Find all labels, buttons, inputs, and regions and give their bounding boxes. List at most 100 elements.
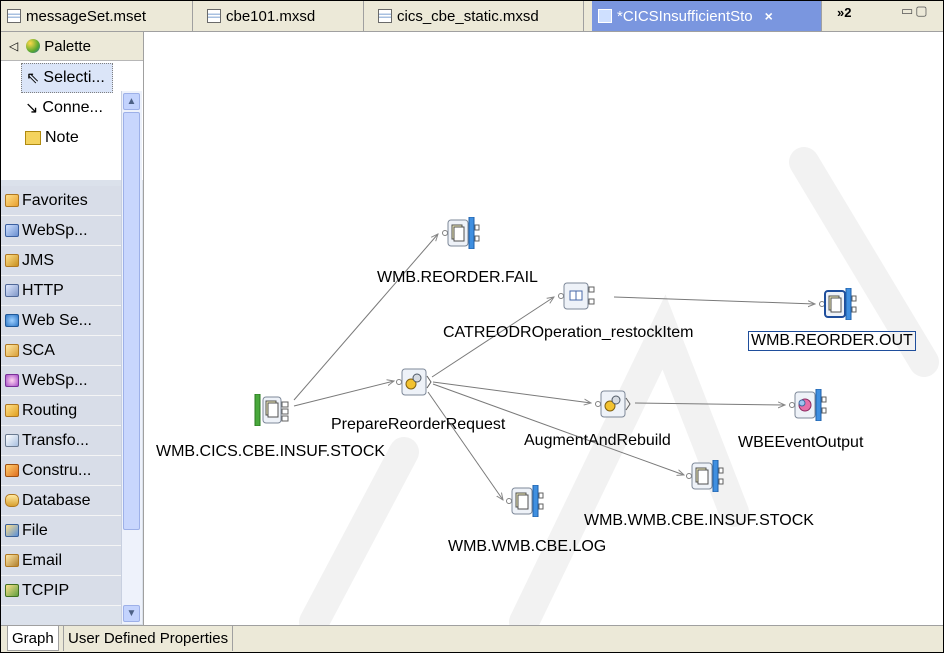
mq-output-node[interactable]	[442, 217, 480, 249]
compute-node[interactable]	[595, 388, 633, 420]
drawer-jms[interactable]: JMS	[1, 246, 121, 276]
drawer-construction[interactable]: Constru...	[1, 456, 121, 486]
tab-cics-cbe-static[interactable]: cics_cbe_static.mxsd	[372, 1, 584, 31]
palette-scrollbar[interactable]: ▲ ▼	[121, 91, 142, 624]
drawer-label: SCA	[22, 341, 55, 359]
node-label-prep[interactable]: PrepareReorderRequest	[331, 416, 505, 434]
palette-title: Palette	[44, 37, 91, 55]
scroll-thumb[interactable]	[123, 112, 140, 530]
tab-label: messageSet.mset	[26, 7, 147, 25]
editor-tab-bar: messageSet.mset cbe101.mxsd cics_cbe_sta…	[1, 1, 943, 32]
node-label-wbe[interactable]: WBEEventOutput	[738, 434, 863, 452]
drawer-web-services[interactable]: Web Se...	[1, 306, 121, 336]
close-icon[interactable]: ×	[765, 8, 773, 24]
message-set-icon	[7, 9, 21, 23]
node-label-input[interactable]: WMB.CICS.CBE.INSUF.STOCK	[156, 443, 385, 461]
node-label-out[interactable]: WMB.REORDER.OUT	[748, 331, 916, 351]
connection-icon: ↘	[25, 100, 39, 117]
arrow-pointer-icon: ⇖	[26, 70, 40, 87]
drawer-http[interactable]: HTTP	[1, 276, 121, 306]
connection-catre-out[interactable]	[613, 296, 815, 304]
drawer-label: WebSp...	[22, 371, 88, 389]
drawer-label: Constru...	[22, 461, 92, 479]
node-label-wmbstock[interactable]: WMB.WMB.CBE.INSUF.STOCK	[584, 512, 814, 530]
palette-header[interactable]: ◁ Palette	[1, 32, 143, 61]
drawer-websphere-adapters[interactable]: WebSp...	[1, 366, 121, 396]
connection-augment-wbe[interactable]	[634, 403, 785, 405]
collapse-arrow-icon[interactable]: ◁	[9, 39, 18, 53]
drawer-label: HTTP	[22, 281, 64, 299]
editor-bottom-tabs: Graph User Defined Properties	[1, 625, 943, 652]
mq-output-node[interactable]	[506, 485, 544, 517]
message-flow-editor: messageSet.mset cbe101.mxsd cics_cbe_sta…	[0, 0, 944, 653]
file-icon	[5, 524, 19, 537]
drawer-label: Transfo...	[22, 431, 89, 449]
connection-prep-log[interactable]	[427, 391, 503, 500]
schema-file-icon	[378, 9, 392, 23]
tab-label: User Defined Properties	[68, 630, 229, 647]
tool-label: Conne...	[42, 99, 103, 116]
jms-icon	[5, 254, 19, 267]
flow-canvas[interactable]: WMB.CICS.CBE.INSUF.STOCK WMB.REORDER.FAI…	[144, 32, 943, 625]
connection-input-prep[interactable]	[293, 381, 394, 407]
drawer-transformation[interactable]: Transfo...	[1, 426, 121, 456]
tool-label: Note	[45, 129, 79, 146]
drawer-label: Email	[22, 551, 63, 569]
drawer-label: File	[22, 521, 48, 539]
scroll-up-icon[interactable]: ▲	[123, 93, 140, 110]
routing-icon	[5, 404, 19, 417]
mq-input-node[interactable]	[254, 394, 292, 426]
construction-icon	[5, 464, 19, 477]
node-label-augment[interactable]: AugmentAndRebuild	[524, 432, 671, 450]
drawer-label: Routing	[22, 401, 78, 419]
tab-messageset[interactable]: messageSet.mset	[1, 1, 193, 31]
http-icon	[5, 284, 19, 297]
drawer-tcpip[interactable]: TCPIP	[1, 576, 121, 606]
scroll-down-icon[interactable]: ▼	[123, 605, 140, 622]
drawer-database[interactable]: Database	[1, 486, 121, 516]
drawer-label: WebSp...	[22, 221, 88, 239]
subflow-node[interactable]	[558, 280, 596, 312]
palette-drawers: Favorites WebSp... JMS HTTP Web Se... SC…	[1, 186, 121, 606]
mq-output-node-selected[interactable]	[819, 288, 857, 320]
tab-cbe101[interactable]: cbe101.mxsd	[201, 1, 364, 31]
drawer-label: Favorites	[22, 191, 88, 209]
tab-graph[interactable]: Graph	[7, 626, 59, 651]
web-services-icon	[5, 314, 19, 327]
sca-icon	[5, 344, 19, 357]
node-label-fail[interactable]: WMB.REORDER.FAIL	[377, 269, 538, 287]
message-flow-icon	[598, 9, 612, 23]
minimize-maximize-icon[interactable]: ▭▢	[901, 3, 930, 19]
favorites-icon	[5, 194, 19, 207]
transformation-icon	[5, 434, 19, 447]
node-label-log[interactable]: WMB.WMB.CBE.LOG	[448, 538, 606, 556]
palette-panel: ◁ Palette ⇖ Selecti... ↘ Conne... Note F…	[1, 32, 144, 625]
tab-overflow-button[interactable]: »2	[837, 5, 851, 20]
note-icon	[25, 131, 41, 145]
tab-user-defined-properties[interactable]: User Defined Properties	[63, 626, 234, 651]
node-label-catre[interactable]: CATREODROperation_restockItem	[443, 324, 693, 342]
drawer-label: TCPIP	[22, 581, 70, 599]
drawer-favorites[interactable]: Favorites	[1, 186, 121, 216]
selection-tool[interactable]: ⇖ Selecti...	[21, 63, 113, 93]
schema-file-icon	[207, 9, 221, 23]
mq-icon	[5, 224, 19, 237]
drawer-websphere-mq[interactable]: WebSp...	[1, 216, 121, 246]
tab-label: cics_cbe_static.mxsd	[397, 7, 539, 25]
event-output-node[interactable]	[789, 389, 827, 421]
email-icon	[5, 554, 19, 567]
compute-node[interactable]	[396, 366, 434, 398]
database-icon	[5, 494, 19, 507]
palette-icon	[26, 39, 41, 53]
drawer-routing[interactable]: Routing	[1, 396, 121, 426]
drawer-email[interactable]: Email	[1, 546, 121, 576]
mq-output-node[interactable]	[686, 460, 724, 492]
drawer-sca[interactable]: SCA	[1, 336, 121, 366]
drawer-file[interactable]: File	[1, 516, 121, 546]
tab-cics-insufficient-stock[interactable]: *CICSInsufficientSto ×	[592, 1, 822, 31]
tab-label: Graph	[12, 629, 54, 647]
tcpip-icon	[5, 584, 19, 597]
drawer-label: JMS	[22, 251, 54, 269]
tool-label: Selecti...	[43, 69, 105, 86]
tab-label: cbe101.mxsd	[226, 7, 316, 25]
